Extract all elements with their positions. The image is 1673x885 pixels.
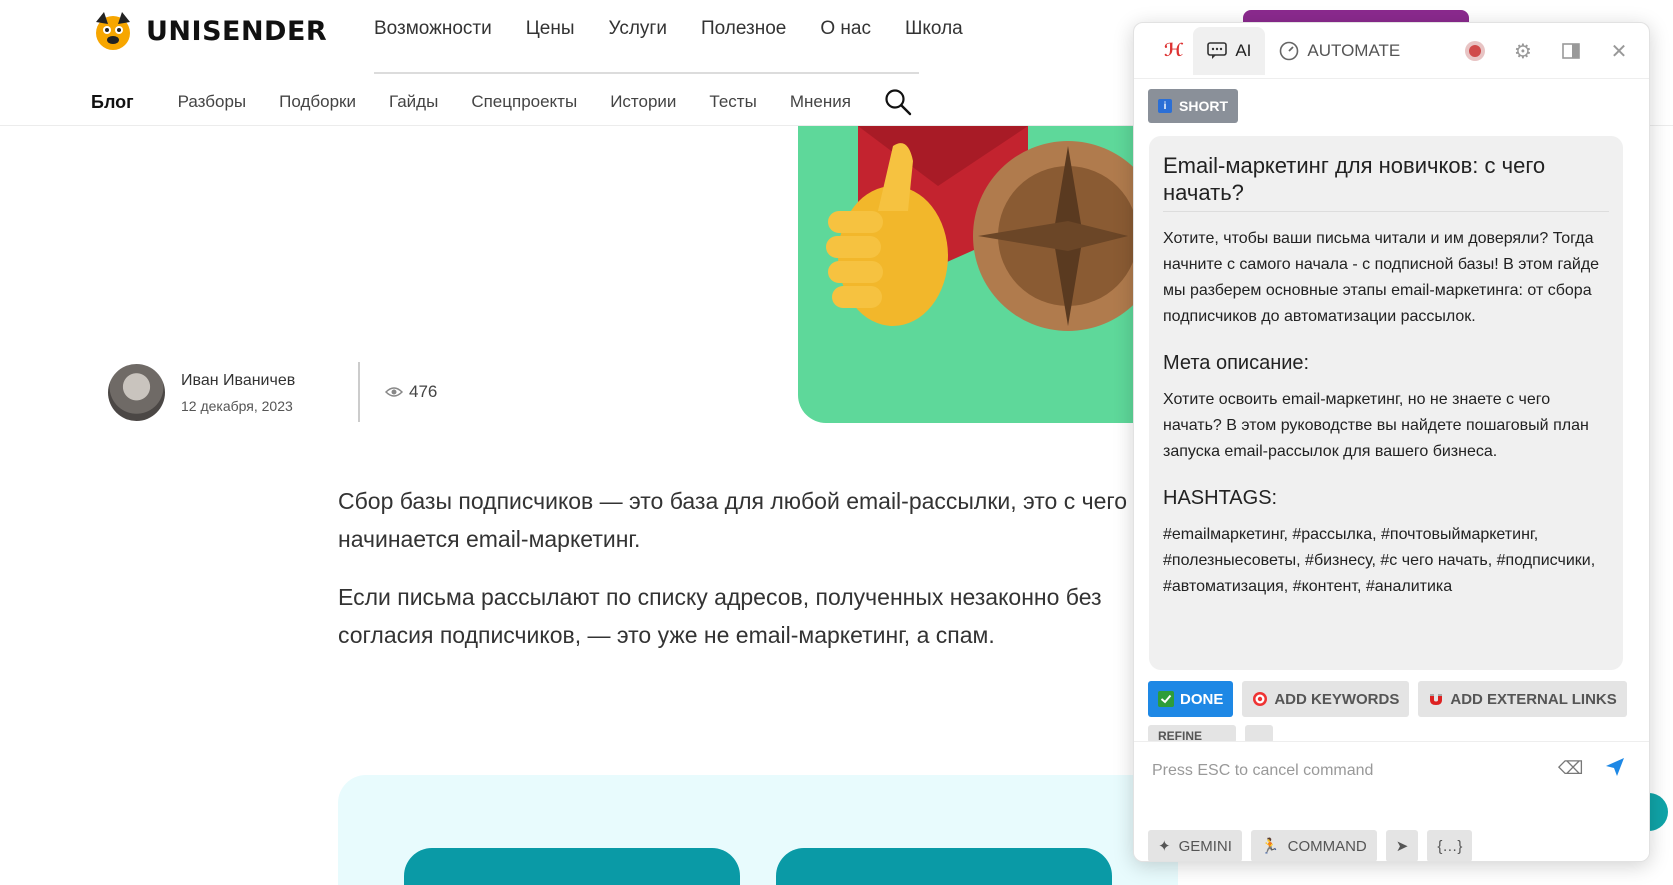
meta-divider [358,362,360,422]
blog-nav: Блог Разборы Подборки Гайды Спецпроекты … [91,88,912,116]
eraser-icon[interactable]: ⌫ [1558,758,1583,779]
gemini-button[interactable]: ✦ GEMINI [1148,830,1242,861]
gauge-icon [1280,41,1299,60]
short-label: SHORT [1179,98,1228,114]
blog-nav-reviews[interactable]: Разборы [178,92,247,112]
cursor-button[interactable]: ➤ [1385,830,1419,861]
response-title: Email-маркетинг для новичков: с чего нач… [1163,152,1609,212]
command-input[interactable] [1152,762,1552,780]
blog-nav-stories[interactable]: Истории [610,92,676,112]
panel-toolbar: ⚙ ✕ [1463,39,1631,63]
search-icon[interactable] [884,88,912,116]
checkmark-icon [1158,691,1174,707]
extension-logo-icon[interactable]: ℋ [1154,40,1193,61]
chat-icon [1207,41,1228,59]
nav-services[interactable]: Услуги [609,18,667,40]
response-actions: DONE ADD KEYWORDS ADD EXTERNAL LINKS [1148,681,1627,717]
meta-text: Хотите освоить email-маркетинг, но не зн… [1163,391,1589,460]
close-icon[interactable]: ✕ [1607,39,1631,63]
cursor-icon: ➤ [1395,838,1409,855]
done-button[interactable]: DONE [1148,681,1234,717]
logo-text: UNISENDER [146,15,328,47]
magnet-icon [1430,694,1443,705]
gear-icon[interactable]: ⚙ [1511,39,1535,63]
add-keywords-button[interactable]: ADD KEYWORDS [1242,681,1410,717]
blog-nav-tests[interactable]: Тесты [709,92,756,112]
hashtags-text: #emailмаркетинг, #рассылка, #почтовыймар… [1163,526,1596,595]
done-label: DONE [1180,690,1224,708]
nav-about[interactable]: О нас [820,18,871,40]
article-paragraph-1: Сбор базы подписчиков — это база для люб… [338,488,1128,552]
nav-prices[interactable]: Цены [526,18,575,40]
author-block: Иван Иваничев 12 декабря, 2023 [108,364,295,421]
top-nav: Возможности Цены Услуги Полезное О нас Ш… [374,18,997,40]
blog-nav-guides[interactable]: Гайды [389,92,438,112]
tab-automate-label: AUTOMATE [1307,40,1401,60]
ai-response-bubble: Email-маркетинг для новичков: с чего нач… [1149,136,1623,670]
record-icon[interactable] [1463,39,1487,63]
article-paragraph-2: Если письма рассылают по списку адресов,… [338,584,1102,648]
logo[interactable]: UNISENDER [90,8,327,54]
tab-ai-label: AI [1235,40,1252,60]
variables-button[interactable]: {…} [1427,830,1473,861]
ai-assistant-panel: ℋ AI AUTOMATE ⚙ ✕ i SHORT Email-маркетин… [1133,22,1650,862]
sparkle-icon: ✦ [1158,838,1171,855]
blog-nav-special[interactable]: Спецпроекты [471,92,577,112]
add-external-links-label: ADD EXTERNAL LINKS [1450,690,1617,708]
nav-useful[interactable]: Полезное [701,18,786,40]
sidebar-toggle-icon[interactable] [1559,39,1583,63]
target-icon [1253,692,1268,706]
views-counter: 476 [385,382,437,402]
meta-heading: Мета описание: [1163,352,1310,374]
nav-features[interactable]: Возможности [374,18,492,40]
send-icon[interactable] [1604,756,1626,778]
gemini-label: GEMINI [1178,837,1232,855]
model-toolbar: ✦ GEMINI 🏃 COMMAND ➤ {…} [1148,830,1473,861]
response-intro: Хотите, чтобы ваши письма читали и им до… [1163,230,1600,325]
article-hero-image [798,126,1138,423]
info-icon: i [1158,99,1172,113]
promo-card-1[interactable] [404,848,740,885]
publish-date: 12 декабря, 2023 [181,397,293,414]
blog-nav-opinions[interactable]: Мнения [790,92,851,112]
author-name[interactable]: Иван Иваничев [181,372,295,390]
nav-school[interactable]: Школа [905,18,963,40]
hashtags-heading: HASHTAGS: [1163,487,1278,509]
tab-ai[interactable]: AI [1193,26,1266,75]
panel-tabs: ℋ AI AUTOMATE ⚙ ✕ [1134,23,1649,79]
command-label: COMMAND [1287,837,1367,855]
envelope-compass-illustration [826,126,1138,331]
nav-divider [374,72,919,74]
add-keywords-label: ADD KEYWORDS [1274,690,1400,708]
tab-automate[interactable]: AUTOMATE [1265,27,1414,75]
command-button[interactable]: 🏃 COMMAND [1250,830,1377,861]
dog-logo-icon [96,12,130,50]
short-button[interactable]: i SHORT [1148,89,1238,123]
command-area: ⌫ ✦ GEMINI 🏃 COMMAND ➤ {…} [1134,741,1649,861]
eye-icon [385,387,403,397]
add-external-links-button[interactable]: ADD EXTERNAL LINKS [1418,681,1627,717]
promo-card-2[interactable] [776,848,1112,885]
blog-nav-blog[interactable]: Блог [91,92,134,113]
running-person-icon: 🏃 [1260,838,1280,855]
braces-icon: {…} [1437,837,1463,855]
views-count: 476 [409,382,438,401]
blog-nav-collections[interactable]: Подборки [279,92,356,112]
avatar[interactable] [108,364,165,421]
